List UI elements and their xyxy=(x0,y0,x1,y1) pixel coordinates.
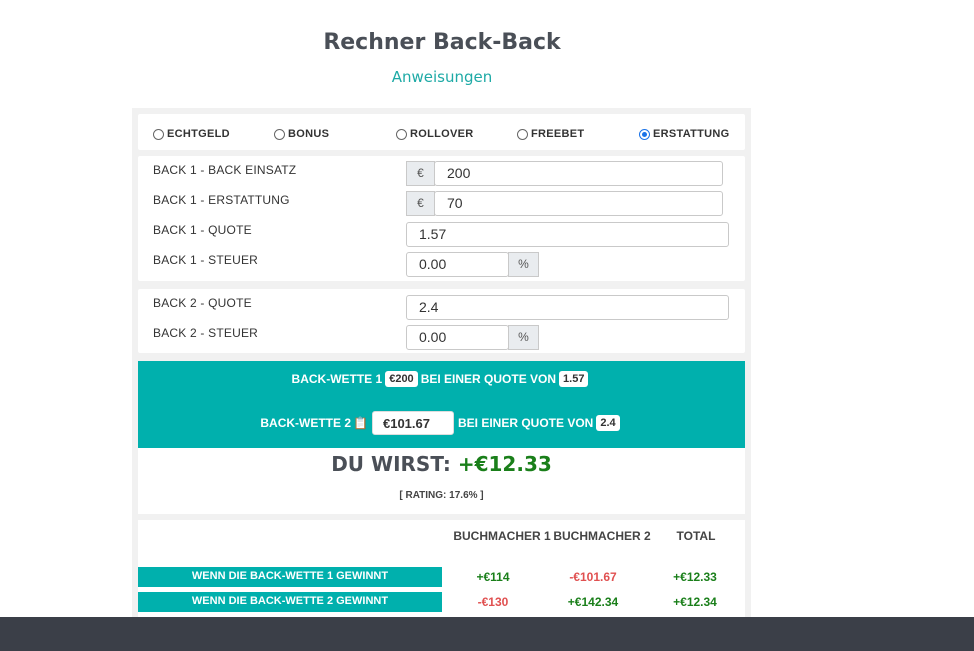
bet2-odds-badge: 2.4 xyxy=(596,415,620,431)
bet1-summary-row: BACK-WETTE 1 €200 BEI EINER QUOTE VON 1.… xyxy=(138,371,745,387)
radio-echtgeld[interactable]: ECHTGELD xyxy=(153,128,230,140)
bet2-label: BACK-WETTE 2 xyxy=(260,416,352,430)
currency-addon: € xyxy=(406,191,435,216)
radio-circle-icon[interactable] xyxy=(153,128,164,140)
back1-card: BACK 1 - BACK EINSATZ € 200 BACK 1 - ERS… xyxy=(138,156,745,281)
row-label-bet2-wins: WENN DIE BACK-WETTE 2 GEWINNT xyxy=(138,592,442,612)
back1-stake-label: BACK 1 - BACK EINSATZ xyxy=(153,163,297,177)
page-title: Rechner Back-Back xyxy=(323,30,561,55)
header-bookmaker-1: BUCHMACHER 1 xyxy=(453,529,551,543)
back2-card: BACK 2 - QUOTE 2.4 BACK 2 - STEUER 0.00 … xyxy=(138,289,745,353)
mode-selector: ECHTGELD BONUS ROLLOVER FREEBET ERSTATTU… xyxy=(138,114,745,150)
radio-selected-icon[interactable] xyxy=(639,128,650,140)
radio-circle-icon[interactable] xyxy=(396,128,407,140)
bet1-stake-badge: €200 xyxy=(385,371,418,387)
radio-label: ECHTGELD xyxy=(167,128,230,140)
percent-addon: % xyxy=(508,252,539,277)
radio-rollover[interactable]: ROLLOVER xyxy=(396,128,474,140)
back1-stake-input[interactable]: 200 xyxy=(434,161,723,186)
header-total: TOTAL xyxy=(676,529,716,543)
back2-tax-label: BACK 2 - STEUER xyxy=(153,326,259,340)
radio-bonus[interactable]: BONUS xyxy=(274,128,329,140)
row2-bookmaker1: -€130 xyxy=(477,595,509,609)
radio-label: ERSTATTUNG xyxy=(653,128,730,140)
back1-odds-input[interactable]: 1.57 xyxy=(406,222,729,247)
bet-summary: BACK-WETTE 1 €200 BEI EINER QUOTE VON 1.… xyxy=(138,361,745,448)
row-label-bet1-wins: WENN DIE BACK-WETTE 1 GEWINNT xyxy=(138,567,442,587)
row2-total: +€12.34 xyxy=(673,595,717,609)
row2-bookmaker2: +€142.34 xyxy=(567,595,619,609)
back2-odds-input[interactable]: 2.4 xyxy=(406,295,729,320)
back1-tax-input[interactable]: 0.00 xyxy=(406,252,509,277)
row1-total: +€12.33 xyxy=(673,570,717,584)
bet2-summary-row: BACK-WETTE 2 📋 €101.67 BEI EINER QUOTE V… xyxy=(138,411,745,435)
rating-text: [ RATING: 17.6% ] xyxy=(399,490,484,501)
back2-tax-input[interactable]: 0.00 xyxy=(406,325,509,350)
outcome-table: BUCHMACHER 1 BUCHMACHER 2 TOTAL WENN DIE… xyxy=(138,520,745,620)
at-odds-label: BEI EINER QUOTE VON xyxy=(420,372,557,386)
result-panel: DU WIRST: +€12.33 [ RATING: 17.6% ] xyxy=(138,448,745,514)
currency-addon: € xyxy=(406,161,435,186)
radio-label: BONUS xyxy=(288,128,330,140)
bet2-stake-field[interactable]: €101.67 xyxy=(371,411,454,435)
radio-label: ROLLOVER xyxy=(410,128,474,140)
radio-freebet[interactable]: FREEBET xyxy=(517,128,584,140)
at-odds-label: BEI EINER QUOTE VON xyxy=(457,416,594,430)
calculator-panel: ECHTGELD BONUS ROLLOVER FREEBET ERSTATTU… xyxy=(132,108,751,620)
back1-tax-label: BACK 1 - STEUER xyxy=(153,253,259,267)
radio-circle-icon[interactable] xyxy=(274,128,285,140)
row1-bookmaker1: +€114 xyxy=(476,570,510,584)
profit-heading: DU WIRST: +€12.33 xyxy=(138,452,745,476)
profit-label: DU WIRST: xyxy=(331,452,451,476)
back1-refund-label: BACK 1 - ERSTATTUNG xyxy=(153,193,290,207)
percent-addon: % xyxy=(508,325,539,350)
profit-value: +€12.33 xyxy=(457,452,552,476)
back1-odds-label: BACK 1 - QUOTE xyxy=(153,223,252,237)
back1-refund-input[interactable]: 70 xyxy=(434,191,723,216)
row1-bookmaker2: -€101.67 xyxy=(569,570,617,584)
bet1-label: BACK-WETTE 1 xyxy=(291,372,383,386)
bet1-odds-badge: 1.57 xyxy=(559,371,589,387)
clipboard-icon[interactable]: 📋 xyxy=(353,416,368,430)
radio-circle-icon[interactable] xyxy=(517,128,528,140)
footer-bar xyxy=(0,617,974,651)
back2-odds-label: BACK 2 - QUOTE xyxy=(153,296,252,310)
instructions-link[interactable]: Anweisungen xyxy=(0,68,884,86)
radio-erstattung[interactable]: ERSTATTUNG xyxy=(639,128,730,140)
header-bookmaker-2: BUCHMACHER 2 xyxy=(553,529,651,543)
radio-label: FREEBET xyxy=(531,128,585,140)
